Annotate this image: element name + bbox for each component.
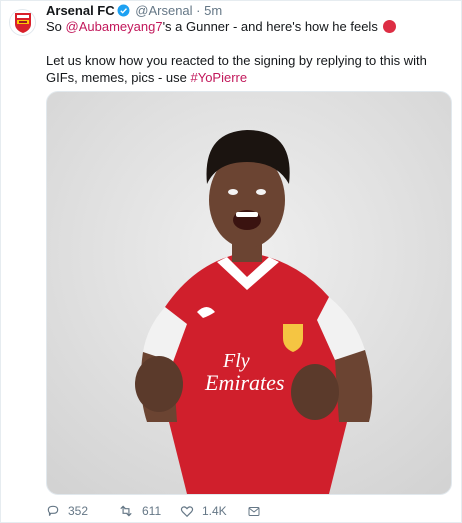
tweet-line-1: So @Aubameyang7's a Gunner - and here's … bbox=[46, 18, 458, 35]
header-separator: · bbox=[196, 3, 201, 18]
arsenal-avatar[interactable] bbox=[9, 9, 36, 36]
direct-message-button[interactable] bbox=[248, 505, 268, 518]
reply-icon bbox=[47, 505, 59, 516]
shirt-sponsor-emirates: Emirates bbox=[204, 370, 284, 395]
shirt-sponsor-fly: Fly bbox=[222, 350, 250, 372]
tweet-timestamp[interactable]: 5m bbox=[204, 3, 222, 18]
tweet-line-2: Let us know how you reacted to the signi… bbox=[46, 52, 458, 86]
retweet-icon bbox=[120, 505, 132, 517]
tweet-actions: 352 611 1.4K bbox=[46, 501, 268, 521]
hashtag-link[interactable]: #YoPierre bbox=[190, 70, 247, 85]
like-count: 1.4K bbox=[202, 504, 227, 518]
retweet-button[interactable]: 611 bbox=[118, 504, 180, 518]
tweet-text: So @Aubameyang7's a Gunner - and here's … bbox=[46, 18, 458, 86]
arsenal-crest-icon bbox=[14, 12, 31, 33]
mention-link[interactable]: @Aubameyang7 bbox=[66, 19, 163, 34]
like-button[interactable]: 1.4K bbox=[180, 504, 248, 518]
reply-count: 352 bbox=[68, 504, 89, 518]
text-segment: 's a Gunner - and here's how he feels bbox=[162, 19, 378, 34]
like-icon bbox=[180, 506, 194, 518]
tweet-card[interactable]: Arsenal FC @Arsenal · 5m So @Aubameyang7… bbox=[0, 0, 462, 523]
tweet-photo[interactable]: Fly Emirates bbox=[46, 91, 452, 495]
player-celebration-image: Fly Emirates bbox=[47, 92, 451, 494]
red-circle-emoji-icon bbox=[383, 20, 397, 33]
author-name[interactable]: Arsenal FC bbox=[46, 3, 115, 18]
reply-button[interactable]: 352 bbox=[46, 504, 118, 518]
text-segment: So bbox=[46, 19, 66, 34]
retweet-count: 611 bbox=[142, 504, 162, 518]
author-handle[interactable]: @Arsenal bbox=[135, 3, 192, 18]
direct-message-icon bbox=[248, 506, 260, 516]
